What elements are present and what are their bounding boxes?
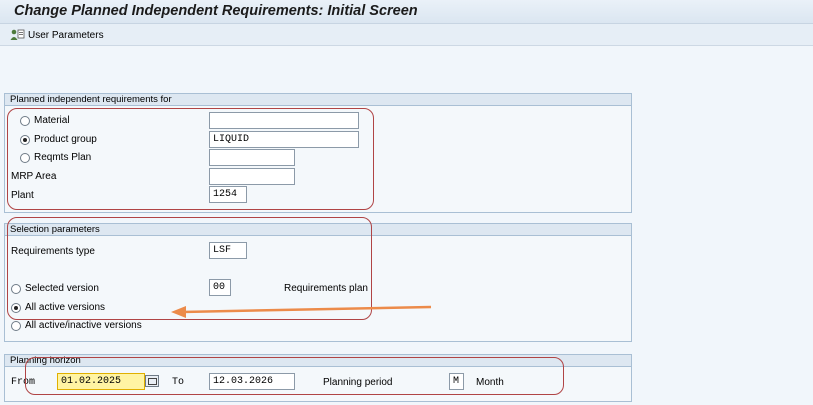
- user-parameters-button[interactable]: User Parameters: [10, 27, 104, 43]
- all-active-inactive-label: All active/inactive versions: [25, 320, 142, 331]
- application-toolbar: User Parameters: [0, 24, 813, 46]
- highlight-box-pir: [7, 108, 374, 210]
- user-parameters-label: User Parameters: [28, 29, 104, 41]
- highlight-box-horizon: [25, 357, 564, 395]
- all-active-inactive-radio[interactable]: [11, 321, 21, 331]
- highlight-box-selection: [7, 217, 372, 320]
- user-settings-icon: [10, 29, 25, 40]
- pir-group-header: Planned independent requirements for: [5, 94, 631, 106]
- title-bar: Change Planned Independent Requirements:…: [0, 0, 813, 24]
- page-title: Change Planned Independent Requirements:…: [14, 3, 418, 19]
